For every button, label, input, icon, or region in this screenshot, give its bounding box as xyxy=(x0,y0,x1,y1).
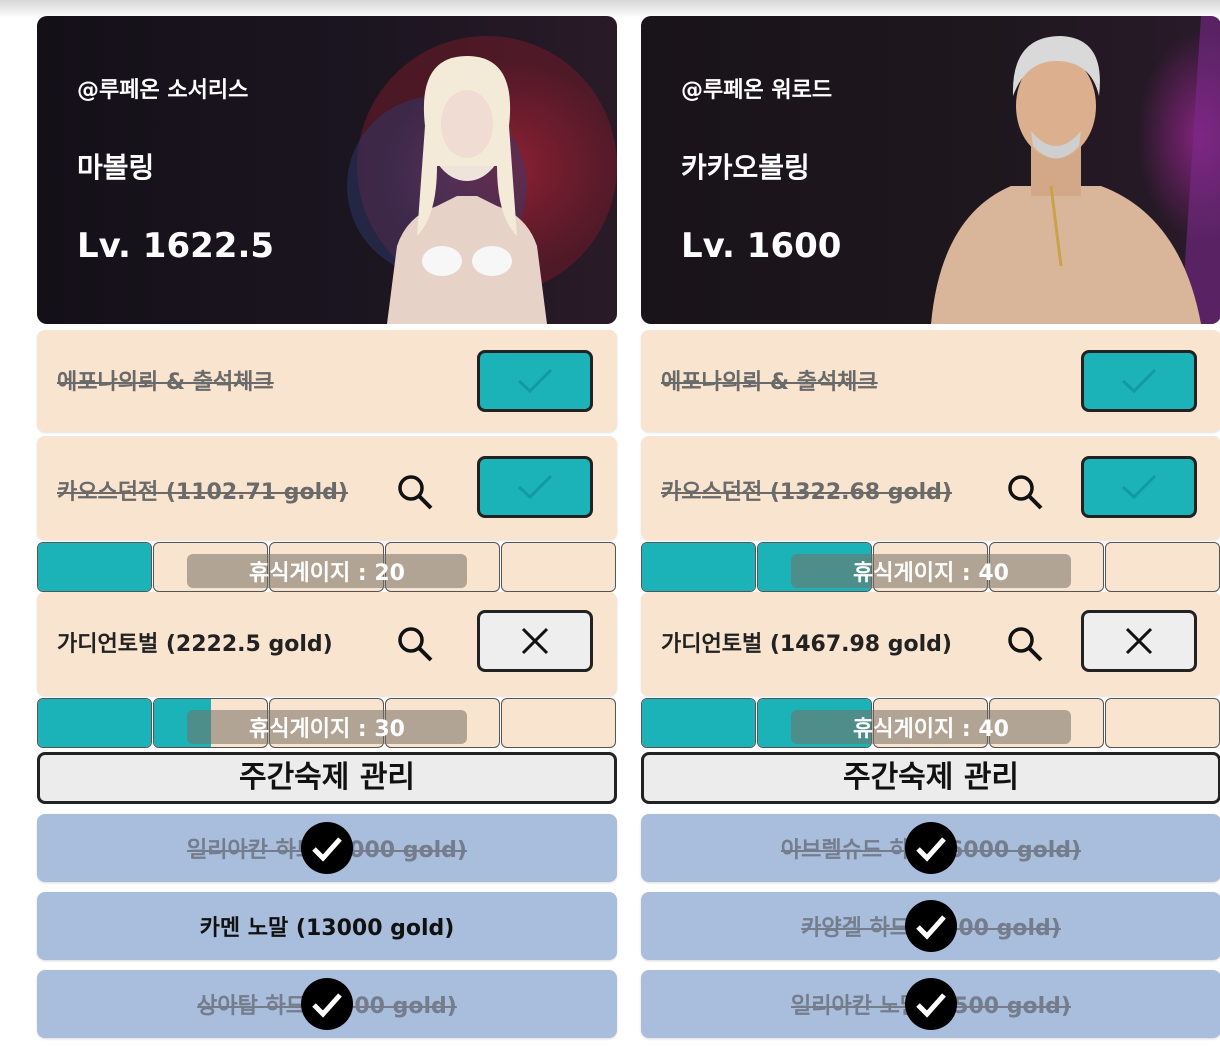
task-label: 카오스던전 (1102.71 gold) xyxy=(57,480,348,505)
gauge-segment xyxy=(1105,698,1220,748)
complete-toggle-button[interactable] xyxy=(477,610,593,672)
complete-toggle-button[interactable] xyxy=(477,350,593,412)
character-level: Lv. 1622.5 xyxy=(77,226,275,266)
server-class-label: @루페온 워로드 xyxy=(681,78,833,103)
character-name: 카카오볼링 xyxy=(681,151,810,184)
search-icon[interactable] xyxy=(395,472,435,512)
raid-item[interactable]: 상아탑 하드 (7500 gold) xyxy=(37,970,617,1038)
gauge-segment xyxy=(1105,542,1220,592)
check-circle-icon xyxy=(905,900,957,952)
raid-label: 카멘 노말 (13000 gold) xyxy=(199,916,455,941)
task-label: 에포나의뢰 & 출석체크 xyxy=(57,370,274,395)
task-chaos-dungeon: 카오스던전 (1322.68 gold) xyxy=(641,436,1220,540)
character-banner: @루페온 소서리스 마볼링 Lv. 1622.5 xyxy=(37,16,617,324)
check-icon xyxy=(1121,474,1157,500)
complete-toggle-button[interactable] xyxy=(1081,610,1197,672)
task-epona: 에포나의뢰 & 출석체크 xyxy=(37,330,617,432)
gauge-segment xyxy=(37,542,152,592)
character-level: Lv. 1600 xyxy=(681,226,842,266)
check-icon xyxy=(1121,368,1157,394)
complete-toggle-button[interactable] xyxy=(477,456,593,518)
check-icon xyxy=(517,474,553,500)
character-card-0: @루페온 소서리스 마볼링 Lv. 1622.5 에포나의뢰 & 출석체크 카오… xyxy=(37,16,617,1038)
check-circle-icon xyxy=(905,978,957,1030)
character-card-1: @루페온 워로드 카카오볼링 Lv. 1600 에포나의뢰 & 출석체크 카오스… xyxy=(641,16,1220,1038)
task-guardian: 가디언토벌 (1467.98 gold) xyxy=(641,592,1220,696)
character-portrait xyxy=(347,36,617,324)
rest-gauge-chaos: 휴식게이지 : 40 xyxy=(641,542,1220,592)
rest-gauge-guardian: 휴식게이지 : 30 xyxy=(37,698,617,748)
task-chaos-dungeon: 카오스던전 (1102.71 gold) xyxy=(37,436,617,540)
search-icon[interactable] xyxy=(1005,472,1045,512)
task-label: 카오스던전 (1322.68 gold) xyxy=(661,480,952,505)
task-label: 가디언토벌 (1467.98 gold) xyxy=(661,632,952,657)
raid-item[interactable]: 카멘 노말 (13000 gold) xyxy=(37,892,617,960)
rest-gauge-chaos: 휴식게이지 : 20 xyxy=(37,542,617,592)
task-label: 가디언토벌 (2222.5 gold) xyxy=(57,632,333,657)
character-banner: @루페온 워로드 카카오볼링 Lv. 1600 xyxy=(641,16,1220,324)
task-epona: 에포나의뢰 & 출석체크 xyxy=(641,330,1220,432)
rest-gauge-label: 휴식게이지 : 40 xyxy=(791,710,1071,744)
server-class-label: @루페온 소서리스 xyxy=(77,78,249,103)
rest-gauge-label: 휴식게이지 : 30 xyxy=(187,710,467,744)
gauge-segment xyxy=(641,542,756,592)
gauge-segment xyxy=(37,698,152,748)
task-guardian: 가디언토벌 (2222.5 gold) xyxy=(37,592,617,696)
rest-gauge-label: 휴식게이지 : 20 xyxy=(187,554,467,588)
complete-toggle-button[interactable] xyxy=(1081,456,1197,518)
search-icon[interactable] xyxy=(395,624,435,664)
gauge-segment xyxy=(641,698,756,748)
check-icon xyxy=(517,368,553,394)
raid-item[interactable]: 일리아칸 노말 (5500 gold) xyxy=(641,970,1220,1038)
raid-item[interactable]: 일리아칸 하드 (9000 gold) xyxy=(37,814,617,882)
character-portrait xyxy=(931,16,1220,324)
raid-item[interactable]: 카양겔 하드 (4500 gold) xyxy=(641,892,1220,960)
weekly-manage-button[interactable]: 주간숙제 관리 xyxy=(641,752,1220,804)
search-icon[interactable] xyxy=(1005,624,1045,664)
check-circle-icon xyxy=(905,822,957,874)
gauge-segment xyxy=(501,542,616,592)
close-icon xyxy=(521,627,549,655)
close-icon xyxy=(1125,627,1153,655)
complete-toggle-button[interactable] xyxy=(1081,350,1197,412)
rest-gauge-guardian: 휴식게이지 : 40 xyxy=(641,698,1220,748)
check-circle-icon xyxy=(301,822,353,874)
weekly-manage-button[interactable]: 주간숙제 관리 xyxy=(37,752,617,804)
raid-item[interactable]: 아브렐슈드 하드 (6000 gold) xyxy=(641,814,1220,882)
task-label: 에포나의뢰 & 출석체크 xyxy=(661,370,878,395)
check-circle-icon xyxy=(301,978,353,1030)
gauge-segment xyxy=(501,698,616,748)
character-name: 마볼링 xyxy=(77,151,155,184)
rest-gauge-label: 휴식게이지 : 40 xyxy=(791,554,1071,588)
